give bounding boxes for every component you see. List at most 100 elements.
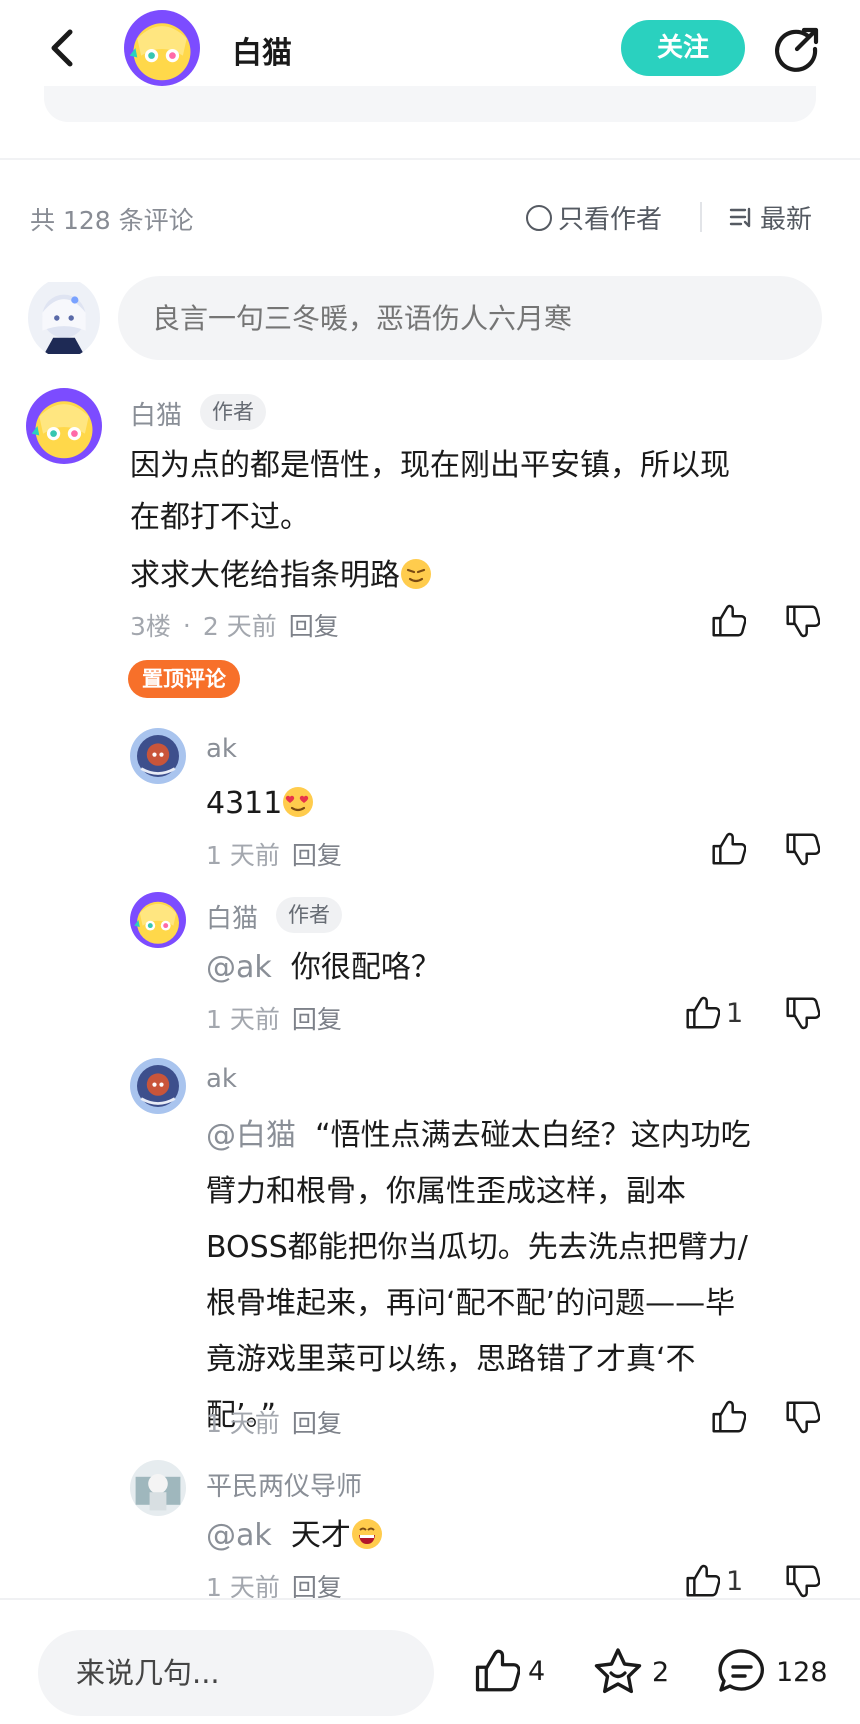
author-tag: 作者 <box>276 897 342 933</box>
thumb-up-icon <box>708 830 746 868</box>
comment-count: 共 128 条评论 <box>30 206 194 235</box>
follow-button[interactable]: 关注 <box>621 20 745 76</box>
comment-line: 在都打不过。 <box>130 500 310 535</box>
thumb-up-icon <box>708 1398 746 1436</box>
star-icon <box>594 1648 642 1694</box>
comment-line: 求求大佬给指条明路 <box>130 558 400 593</box>
dislike-button[interactable] <box>782 1562 820 1600</box>
reply-content: 你很配咯？ <box>290 950 441 985</box>
thumb-down-icon <box>782 994 820 1032</box>
reply-avatar[interactable] <box>130 892 186 948</box>
reply-content: 天才 <box>290 1518 351 1553</box>
reply-text: @白猫 “悟性点满去碰太白经？这内功吃 臂力和根骨，你属性歪成这样，副本 BOS… <box>206 1108 826 1444</box>
like-button[interactable] <box>708 1398 746 1436</box>
bottom-favorite-button[interactable]: 2 <box>592 1646 669 1698</box>
reply-time: 1 天前 <box>206 841 280 870</box>
thumb-down-icon <box>782 830 820 868</box>
comment-text: 因为点的都是悟性，现在刚出平安镇，所以现 在都打不过。 求求大佬给指条明路 <box>130 440 730 602</box>
reply-line: 根骨堆起来，再问‘配不配’的问题——毕 <box>206 1286 736 1321</box>
share-icon <box>774 27 819 72</box>
like-count: 1 <box>726 1565 744 1597</box>
sort-button[interactable]: 最新 <box>728 199 812 236</box>
reply-time: 1 天前 <box>206 1005 280 1034</box>
reply-avatar[interactable] <box>130 728 186 784</box>
comment-icon <box>718 1649 764 1692</box>
reply-line: 臂力和根骨，你属性歪成这样，副本 <box>206 1174 686 1209</box>
thumb-up-icon <box>682 1562 720 1600</box>
comment-time: 2 天前 <box>202 612 277 641</box>
top-bar: 白猫 关注 <box>0 0 860 122</box>
smug-emoji-icon <box>400 558 432 590</box>
author-avatar[interactable] <box>124 10 200 86</box>
mention[interactable]: @ak <box>206 950 272 985</box>
mention[interactable]: @白猫 <box>206 1118 296 1153</box>
like-count: 1 <box>726 997 744 1029</box>
thumb-down-icon <box>782 602 820 640</box>
bottom-bar: 来说几句... 4 2 128 <box>0 1598 860 1724</box>
bottom-like-count: 4 <box>528 1655 546 1687</box>
dislike-button[interactable] <box>782 1398 820 1436</box>
reply-button[interactable]: 回复 <box>292 1404 342 1440</box>
floor-number: 3楼 <box>130 612 171 641</box>
bottom-comment-input[interactable]: 来说几句... <box>38 1630 434 1716</box>
like-button[interactable] <box>708 830 746 868</box>
bottom-comment-count: 128 <box>776 1656 828 1688</box>
comment-meta: 3楼 · 2 天前 回复 <box>130 607 339 643</box>
mention[interactable]: @ak <box>206 1518 272 1553</box>
thumb-down-icon <box>782 1562 820 1600</box>
like-button[interactable]: 1 <box>682 1562 743 1600</box>
my-avatar <box>28 278 100 358</box>
comment-username[interactable]: 白猫 <box>130 395 182 432</box>
back-icon <box>51 29 73 67</box>
reply-meta: 1 天前 回复 <box>206 836 342 872</box>
reply-avatar[interactable] <box>130 1058 186 1114</box>
comment-avatar[interactable] <box>26 388 102 464</box>
heart-eyes-emoji-icon <box>282 786 314 818</box>
comment-line: 因为点的都是悟性，现在刚出平安镇，所以现 <box>130 448 730 483</box>
dislike-button[interactable] <box>782 602 820 640</box>
author-only-label: 只看作者 <box>558 205 663 235</box>
sort-label: 最新 <box>760 205 813 235</box>
dislike-button[interactable] <box>782 994 820 1032</box>
author-only-toggle[interactable]: 只看作者 <box>526 199 662 236</box>
reply-content: 4311 <box>206 786 283 821</box>
reply-text: 4311 <box>206 778 314 830</box>
reply-avatar[interactable] <box>130 1460 186 1516</box>
like-button[interactable]: 1 <box>682 994 743 1032</box>
reply-button[interactable]: 回复 <box>289 607 339 643</box>
reply-meta: 1 天前 回复 <box>206 1404 342 1440</box>
thumb-up-icon <box>682 994 720 1032</box>
reply-time: 1 天前 <box>206 1409 280 1438</box>
reply-text: @ak 你很配咯？ <box>206 942 441 994</box>
pinned-badge: 置顶评论 <box>128 660 240 698</box>
radio-icon <box>526 204 552 231</box>
reply-text: @ak 天才 <box>206 1510 383 1562</box>
previous-section-fragment <box>44 86 816 122</box>
sort-icon <box>729 207 751 227</box>
like-button[interactable] <box>708 602 746 640</box>
reply-username[interactable]: ak <box>206 734 237 764</box>
thumb-down-icon <box>782 1398 820 1436</box>
back-button[interactable] <box>44 24 84 72</box>
header-separator <box>700 202 702 232</box>
comment-input[interactable] <box>118 276 822 360</box>
section-divider <box>0 158 860 160</box>
reply-meta: 1 天前 回复 <box>206 1000 342 1036</box>
grin-emoji-icon <box>351 1518 383 1550</box>
bottom-favorite-count: 2 <box>652 1656 670 1688</box>
reply-line: “悟性点满去碰太白经？这内功吃 <box>315 1118 751 1153</box>
author-name[interactable]: 白猫 <box>232 28 292 72</box>
dislike-button[interactable] <box>782 830 820 868</box>
reply-button[interactable]: 回复 <box>292 1000 342 1036</box>
author-tag: 作者 <box>200 394 266 430</box>
bottom-like-button[interactable]: 4 <box>470 1646 545 1696</box>
thumb-up-icon <box>708 602 746 640</box>
reply-button[interactable]: 回复 <box>292 836 342 872</box>
share-button[interactable] <box>772 24 822 74</box>
reply-username[interactable]: 白猫 <box>206 898 258 935</box>
thumb-up-icon <box>470 1646 520 1696</box>
meta-dot: · <box>182 610 191 640</box>
bottom-comment-button[interactable]: 128 <box>716 1646 828 1698</box>
reply-username[interactable]: 平民两仪导师 <box>206 1466 362 1503</box>
reply-username[interactable]: ak <box>206 1064 237 1094</box>
